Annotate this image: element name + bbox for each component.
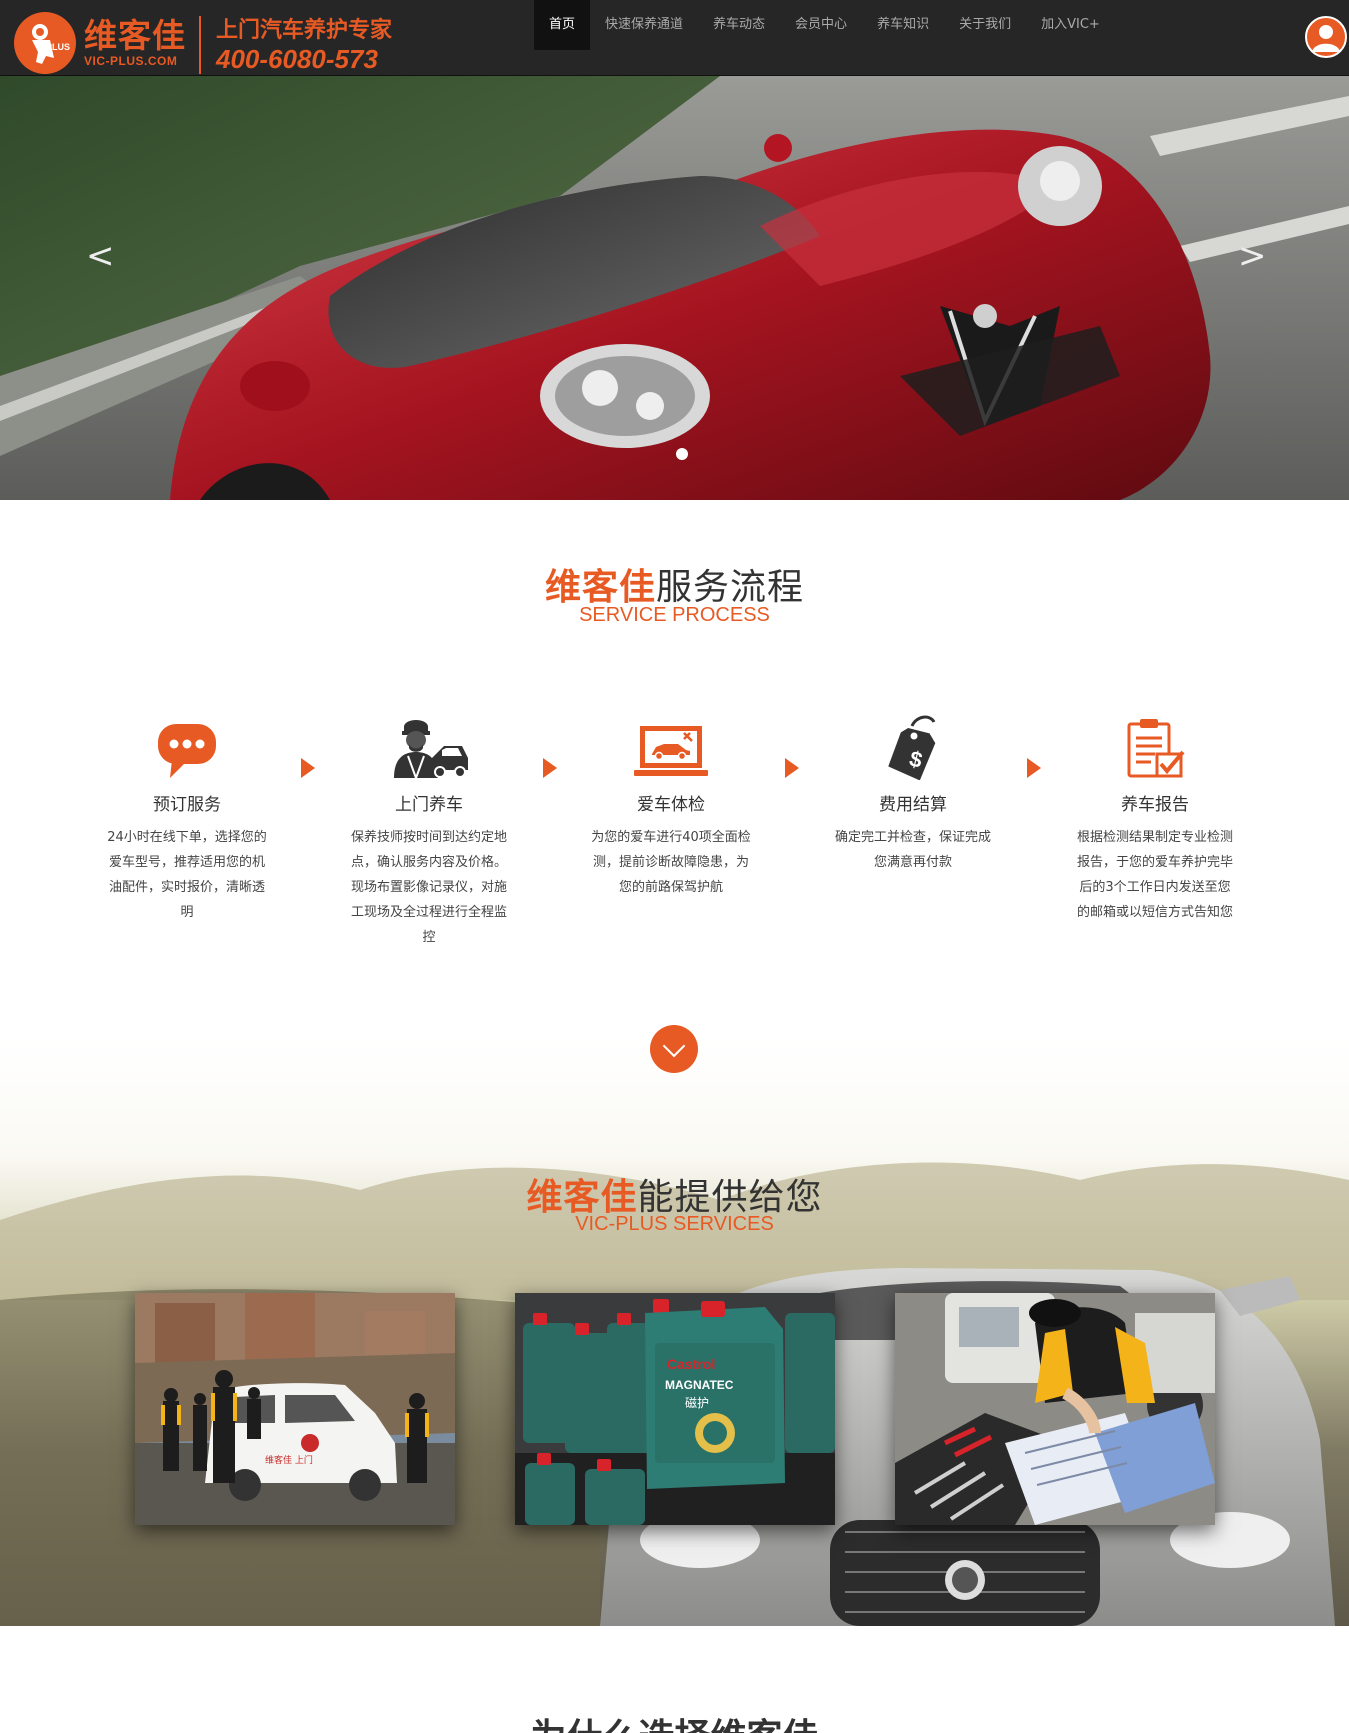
step-arrow-icon [1027,758,1041,778]
logo-domain: VIC-PLUS.COM [84,54,178,68]
logo-mark-icon: PLUS [14,12,76,74]
user-avatar-icon[interactable] [1305,16,1347,58]
slider-prev-button[interactable]: < [86,236,115,276]
oil-product-text: MAGNATEC [665,1378,734,1392]
hotline-number: 400-6080-573 [216,44,378,74]
chevron-down-icon [662,1034,686,1058]
main-nav: 首页 快速保养通道 养车动态 会员中心 养车知识 关于我们 加入VIC+ [534,0,1115,50]
process-steps: 预订服务 24小时在线下单，选择您的爱车型号，推荐适用您的机油配件，实时报价，清… [0,700,1349,950]
nav-item-news[interactable]: 养车动态 [698,0,780,50]
why-choose-title-highlight: 维客佳 [711,1717,819,1733]
hero-red-sports-car-image [0,76,1349,500]
van-decal-text: 维客佳 上门 [265,1454,313,1466]
nav-item-quick-service[interactable]: 快速保养通道 [590,0,698,50]
castrol-oil-photo[interactable]: Castrol MAGNATEC 磁护 [515,1293,835,1525]
mechanic-icon [344,700,514,780]
svg-text:磁护: 磁护 [685,1395,709,1410]
process-title-rest: 服务流程 [656,567,805,608]
nav-item-knowledge[interactable]: 养车知识 [862,0,944,50]
hero-slider: < > [0,76,1349,500]
slider-next-button[interactable]: > [1238,236,1267,276]
slider-pagination-dot[interactable] [676,448,688,460]
step-arrow-icon [543,758,557,778]
process-step: $ 费用结算 确定完工并检查，保证完成您满意再付款 [828,700,998,875]
services-title-highlight: 维客佳 [526,1177,638,1218]
process-step: 上门养车 保养技师按时间到达约定地点，确认服务内容及价格。现场布置影像记录仪，对… [344,700,514,950]
slogan-block: 上门汽车养护专家 400-6080-573 [216,18,392,74]
report-checklist-icon [1070,700,1240,780]
oil-brand-text: Castrol [667,1356,715,1372]
nav-item-join[interactable]: 加入VIC+ [1026,0,1115,50]
step-description: 为您的爱车进行40项全面检测，提前诊断故障隐患，为您的前路保驾护航 [591,830,751,895]
technician-checklist-photo[interactable] [895,1293,1215,1525]
why-choose-title: 为什么选择维客佳 [0,1708,1349,1733]
process-step: 养车报告 根据检测结果制定专业检测报告，于您的爱车养护完毕后的3个工作日内发送至… [1070,700,1240,925]
services-subtitle: VIC-PLUS SERVICES [575,1213,774,1235]
chat-bubble-icon [102,700,272,780]
step-title: 爱车体检 [637,795,705,815]
site-header: PLUS 维客佳 VIC-PLUS.COM 上门汽车养护专家 400-6080-… [0,0,1349,76]
laptop-car-icon [586,700,756,780]
services-title-rest: 能提供给您 [637,1177,823,1218]
step-title: 费用结算 [879,795,947,815]
nav-item-member-center[interactable]: 会员中心 [780,0,862,50]
process-step: 爱车体检 为您的爱车进行40项全面检测，提前诊断故障隐患，为您的前路保驾护航 [586,700,756,900]
logo-divider [199,16,201,74]
step-description: 确定完工并检查，保证完成您满意再付款 [834,830,991,870]
process-step: 预订服务 24小时在线下单，选择您的爱车型号，推荐适用您的机油配件，实时报价，清… [102,700,272,925]
price-tag-icon: $ [828,700,998,780]
process-subtitle: SERVICE PROCESS [579,604,770,626]
process-title: 维客佳服务流程 [0,558,1349,610]
team-van-photo[interactable]: 维客佳 上门 [135,1293,455,1525]
step-arrow-icon [785,758,799,778]
logo[interactable]: PLUS 维客佳 VIC-PLUS.COM [14,12,186,74]
logo-badge-text: PLUS [46,42,71,52]
nav-item-home[interactable]: 首页 [534,0,591,50]
slogan-text: 上门汽车养护专家 [216,18,393,43]
step-description: 24小时在线下单，选择您的爱车型号，推荐适用您的机油配件，实时报价，清晰透明 [107,830,267,920]
process-title-highlight: 维客佳 [544,567,656,608]
step-description: 根据检测结果制定专业检测报告，于您的爱车养护完毕后的3个工作日内发送至您的邮箱或… [1076,830,1233,920]
step-arrow-icon [301,758,315,778]
nav-item-about[interactable]: 关于我们 [944,0,1026,50]
logo-name: 维客佳 [84,16,186,55]
step-description: 保养技师按时间到达约定地点，确认服务内容及价格。现场布置影像记录仪，对施工现场及… [350,830,507,945]
step-title: 上门养车 [395,795,463,815]
step-title: 预订服务 [153,795,221,815]
why-choose-title-rest: 为什么选择 [530,1717,710,1733]
scroll-down-button[interactable] [650,1025,698,1073]
step-title: 养车报告 [1121,795,1189,815]
